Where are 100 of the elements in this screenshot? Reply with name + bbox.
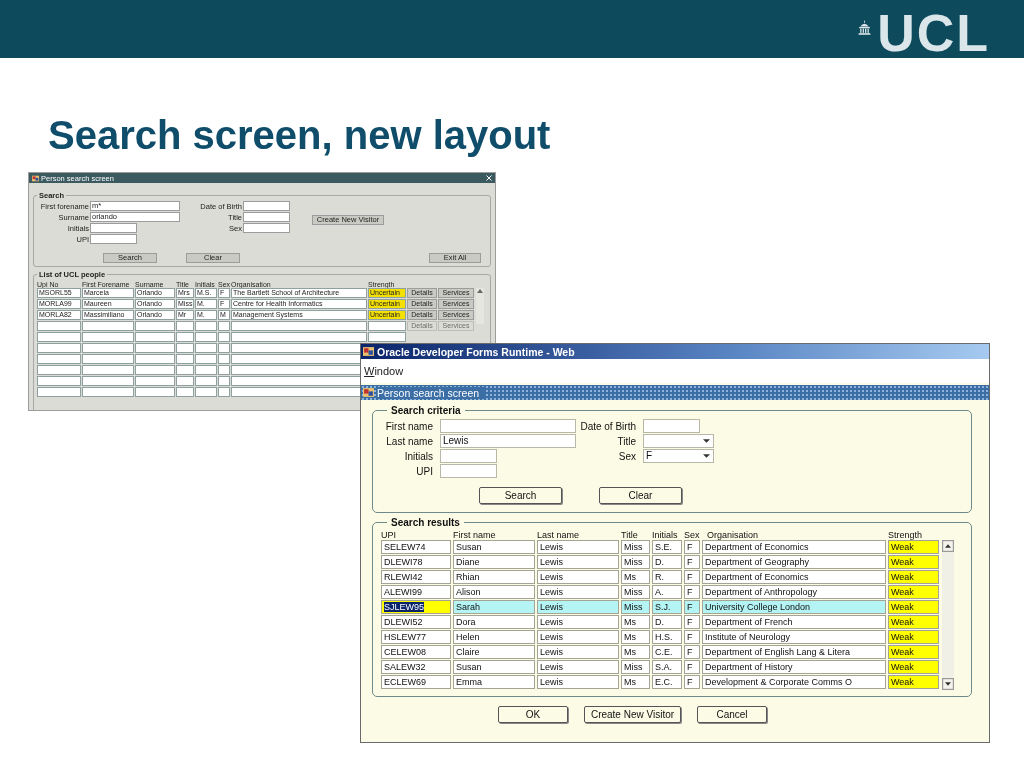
scroll-up-icon[interactable]	[476, 288, 484, 294]
table-cell: ECLEW69	[381, 675, 451, 689]
group-title: Search results	[390, 517, 461, 528]
table-cell	[218, 332, 230, 342]
table-cell	[195, 376, 217, 386]
table-cell: Weak	[888, 540, 939, 554]
text-field[interactable]	[243, 212, 290, 222]
table-cell	[195, 354, 217, 364]
table-cell: F	[684, 630, 700, 644]
table-cell: H.S.	[652, 630, 682, 644]
table-cell	[82, 376, 134, 386]
table-cell: Department of Anthropology	[702, 585, 886, 599]
table-cell: Lewis	[537, 615, 619, 629]
table-cell: Department of Economics	[702, 540, 886, 554]
table-cell	[195, 321, 217, 331]
table-cell: E.C.	[652, 675, 682, 689]
table-cell: Weak	[888, 645, 939, 659]
table-cell: Department of Economics	[702, 570, 886, 584]
table-cell: Lewis	[537, 645, 619, 659]
menu-item[interactable]: Window	[364, 365, 404, 377]
table-cell	[176, 387, 194, 397]
form-button[interactable]: OK	[498, 706, 568, 723]
table-cell	[135, 376, 175, 386]
table-cell: Miss	[621, 660, 650, 674]
table-cell	[218, 321, 230, 331]
scroll-down-icon[interactable]	[942, 678, 954, 690]
table-cell: DLEWI78	[381, 555, 451, 569]
dropdown[interactable]	[643, 434, 714, 448]
column-header: Initials	[652, 530, 679, 540]
field-label: Last name	[385, 435, 433, 447]
field-label: Title	[616, 435, 636, 447]
form-button[interactable]: Cancel	[697, 706, 767, 723]
table-cell: F	[684, 555, 700, 569]
dropdown[interactable]: F	[643, 449, 714, 463]
table-cell: Weak	[888, 585, 939, 599]
table-cell	[176, 354, 194, 364]
table-cell	[368, 332, 406, 342]
table-cell	[37, 387, 81, 397]
form-button[interactable]: Create New Visitor	[584, 706, 681, 723]
table-cell: Lewis	[537, 675, 619, 689]
table-cell: ALEWI99	[381, 585, 451, 599]
table-cell	[218, 365, 230, 375]
table-cell: RLEWI42	[381, 570, 451, 584]
table-cell: R.	[652, 570, 682, 584]
text-field[interactable]	[243, 201, 290, 211]
table-cell	[37, 321, 81, 331]
table-cell: D.	[652, 615, 682, 629]
text-field[interactable]	[243, 223, 290, 233]
table-cell	[368, 321, 406, 331]
column-header: Title	[621, 530, 639, 540]
table-cell	[218, 354, 230, 364]
table-cell: F	[684, 645, 700, 659]
table-cell: Alison	[453, 585, 535, 599]
table-cell: Weak	[888, 555, 939, 569]
text-field[interactable]	[643, 419, 700, 433]
table-cell: Lewis	[537, 600, 619, 614]
text-field[interactable]: Lewis	[440, 434, 576, 448]
field-label: Date of Birth	[579, 420, 636, 432]
table-cell: Lewis	[537, 660, 619, 674]
table-cell: Sarah	[453, 600, 535, 614]
table-cell	[195, 387, 217, 397]
text-field[interactable]	[90, 234, 137, 244]
text-field[interactable]	[90, 223, 137, 233]
logo-text: UCL	[877, 9, 990, 57]
column-header: Last name	[537, 530, 581, 540]
table-cell: SJLEW95	[381, 600, 451, 614]
table-cell: C.E.	[652, 645, 682, 659]
column-header: Strength	[888, 530, 924, 540]
table-cell	[176, 376, 194, 386]
table-cell: Dora	[453, 615, 535, 629]
table-cell: Susan	[453, 540, 535, 554]
table-cell: SALEW32	[381, 660, 451, 674]
app-icon	[363, 387, 374, 398]
column-header: UPI	[381, 530, 397, 540]
table-cell	[82, 343, 134, 353]
close-icon[interactable]	[486, 175, 492, 181]
table-cell	[37, 354, 81, 364]
scrollbar[interactable]	[942, 540, 954, 690]
table-cell: Susan	[453, 660, 535, 674]
table-cell	[82, 332, 134, 342]
scrollbar[interactable]	[476, 288, 484, 324]
column-header: Sex	[684, 530, 700, 540]
table-cell	[135, 332, 175, 342]
table-cell	[135, 365, 175, 375]
scroll-up-icon[interactable]	[942, 540, 954, 552]
table-cell: Ms	[621, 630, 650, 644]
text-field[interactable]	[440, 464, 497, 478]
table-cell: Lewis	[537, 570, 619, 584]
text-field[interactable]	[440, 419, 576, 433]
table-cell: S.A.	[652, 660, 682, 674]
app-icon	[32, 174, 39, 182]
text-field[interactable]	[440, 449, 497, 463]
form-button[interactable]: Clear	[599, 487, 682, 504]
table-cell: F	[684, 615, 700, 629]
building-icon	[858, 20, 872, 35]
table-cell: Lewis	[537, 630, 619, 644]
table-cell: Weak	[888, 630, 939, 644]
table-cell: Helen	[453, 630, 535, 644]
form-button[interactable]: Search	[479, 487, 562, 504]
table-cell	[195, 343, 217, 353]
